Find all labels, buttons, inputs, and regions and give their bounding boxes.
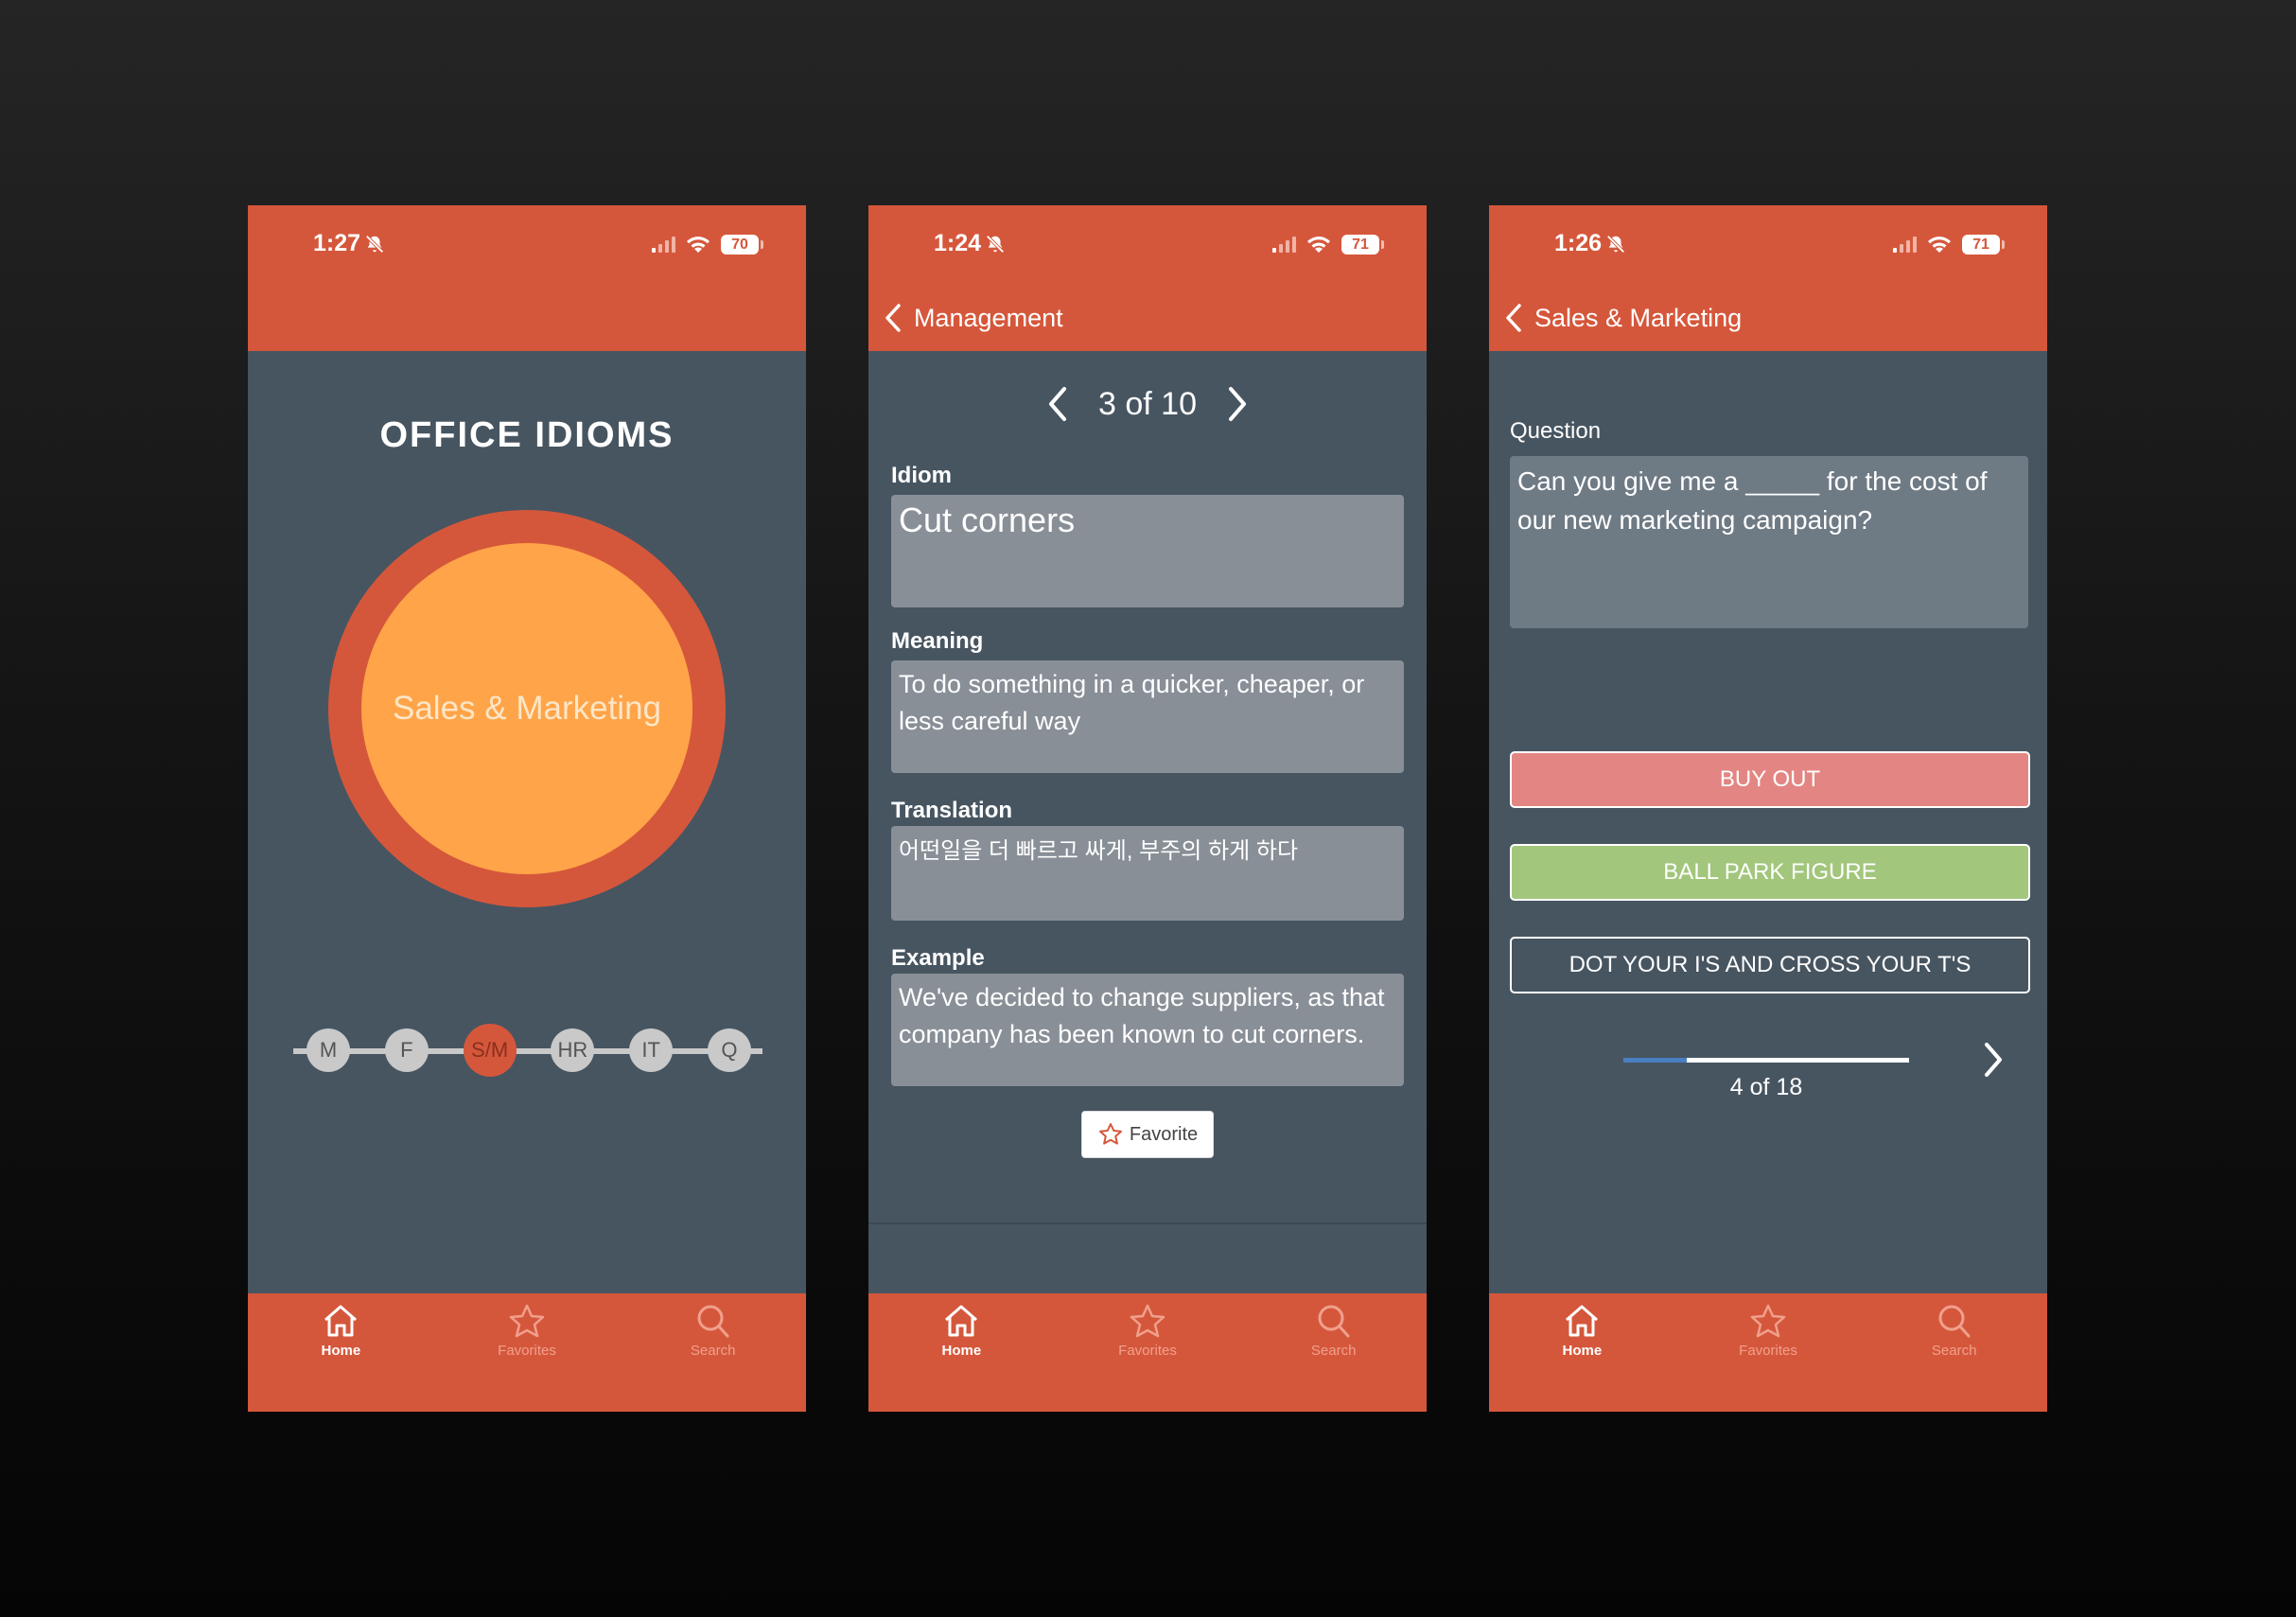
search-icon <box>1318 1305 1350 1338</box>
category-dot-sales-marketing[interactable]: S/M <box>463 1024 517 1077</box>
back-button-label: Sales & Marketing <box>1534 303 1743 332</box>
status-indicators: 70 <box>652 234 763 255</box>
bottom-spacer <box>868 1222 1427 1293</box>
example-field: We've decided to change suppliers, as th… <box>891 974 1404 1086</box>
home-screen: 1:27 70 OFFICE IDIOMS Sales & Marketing … <box>248 205 806 1412</box>
answer-button-1[interactable]: BUY OUT <box>1510 751 2030 808</box>
tab-search[interactable]: Search <box>1240 1293 1427 1412</box>
favorite-button[interactable]: Favorite <box>1081 1111 1214 1158</box>
status-time: 1:24 <box>934 230 1006 257</box>
progress-bar-fill <box>1623 1058 1688 1063</box>
star-icon <box>1098 1123 1122 1145</box>
chevron-left-icon <box>1506 304 1521 332</box>
status-time-text: 1:27 <box>313 230 361 256</box>
category-selector: M F S/M HR IT Q <box>307 1024 751 1077</box>
star-icon <box>1750 1304 1786 1338</box>
category-circle-label[interactable]: Sales & Marketing <box>361 543 692 874</box>
status-time-text: 1:24 <box>934 230 982 256</box>
star-icon <box>1130 1304 1166 1338</box>
back-button[interactable]: Management <box>882 302 1063 334</box>
tab-home[interactable]: Home <box>1489 1293 1675 1412</box>
category-dot-finance[interactable]: F <box>384 1028 429 1072</box>
tab-home-label: Home <box>1562 1343 1603 1359</box>
status-time-text: 1:26 <box>1554 230 1603 256</box>
star-icon <box>509 1304 545 1338</box>
tab-bar: Home Favorites Search <box>1489 1293 2047 1412</box>
tab-favorites-label: Favorites <box>1118 1343 1177 1359</box>
quiz-screen: 1:26 71 Sales & Marketing Question Can y… <box>1489 205 2047 1412</box>
app-title: OFFICE IDIOMS <box>379 415 675 455</box>
search-icon <box>1938 1305 1971 1338</box>
back-button[interactable]: Sales & Marketing <box>1502 302 1742 334</box>
tab-bar: Home Favorites Search <box>868 1293 1427 1412</box>
meaning-label: Meaning <box>891 628 984 654</box>
chevron-right-icon[interactable] <box>1225 385 1250 423</box>
example-label: Example <box>891 945 985 971</box>
tab-search-label: Search <box>690 1343 736 1359</box>
muted-bell-icon <box>365 234 384 254</box>
chevron-left-icon[interactable] <box>1045 385 1070 423</box>
tab-favorites[interactable]: Favorites <box>434 1293 621 1412</box>
status-time: 1:26 <box>1554 230 1626 257</box>
tab-home-label: Home <box>321 1343 361 1359</box>
tab-search-label: Search <box>1310 1343 1357 1359</box>
tab-bar: Home Favorites Search <box>248 1293 806 1412</box>
header-bar: 1:24 71 Management <box>868 205 1427 351</box>
tab-search[interactable]: Search <box>620 1293 806 1412</box>
back-button-label: Management <box>914 303 1063 332</box>
muted-bell-icon <box>1606 234 1625 254</box>
battery-icon: 71 <box>1962 234 2005 255</box>
tab-home[interactable]: Home <box>868 1293 1055 1412</box>
wifi-icon <box>1926 234 1953 255</box>
status-time: 1:27 <box>313 230 385 257</box>
progress-label: 4 of 18 <box>1729 1074 1803 1100</box>
chevron-right-icon[interactable] <box>1981 1040 2006 1080</box>
translation-field: 어떤일을 더 빠르고 싸게, 부주의 하게 하다 <box>891 826 1404 921</box>
answer-button-3[interactable]: DOT YOUR I'S AND CROSS YOUR T'S <box>1510 937 2030 993</box>
tab-favorites[interactable]: Favorites <box>1055 1293 1241 1412</box>
status-indicators: 71 <box>1893 234 2005 255</box>
tab-search[interactable]: Search <box>1861 1293 2047 1412</box>
question-label: Question <box>1510 418 1602 444</box>
header-bar: 1:26 71 Sales & Marketing <box>1489 205 2047 351</box>
muted-bell-icon <box>986 234 1005 254</box>
search-icon <box>697 1305 729 1338</box>
battery-icon: 71 <box>1341 234 1384 255</box>
signal-icon <box>1272 236 1296 253</box>
tab-favorites-label: Favorites <box>1739 1343 1797 1359</box>
status-indicators: 71 <box>1272 234 1384 255</box>
category-dot-management[interactable]: M <box>307 1028 350 1072</box>
idiom-field: Cut corners <box>891 495 1404 607</box>
header-bar: 1:27 70 <box>248 205 806 351</box>
meaning-field: To do something in a quicker, cheaper, o… <box>891 660 1404 773</box>
tab-home[interactable]: Home <box>248 1293 434 1412</box>
progress-bar <box>1623 1058 1909 1063</box>
question-text: Can you give me a _____ for the cost of … <box>1510 456 2028 628</box>
tab-favorites-label: Favorites <box>498 1343 556 1359</box>
home-icon <box>324 1305 358 1337</box>
idiom-pager: 3 of 10 <box>868 385 1427 423</box>
answer-button-2[interactable]: BALL PARK FIGURE <box>1510 844 2030 901</box>
category-circle[interactable]: Sales & Marketing <box>328 510 726 907</box>
favorite-button-label: Favorite <box>1129 1123 1199 1145</box>
idiom-detail-screen: 1:24 71 Management 3 of 10 Idiom Cut cor… <box>868 205 1427 1412</box>
tab-home-label: Home <box>941 1343 982 1359</box>
tab-search-label: Search <box>1931 1343 1977 1359</box>
wifi-icon <box>1306 234 1332 255</box>
chevron-left-icon <box>885 304 901 332</box>
battery-icon: 70 <box>721 234 763 255</box>
wifi-icon <box>685 234 711 255</box>
tab-favorites[interactable]: Favorites <box>1675 1293 1862 1412</box>
translation-label: Translation <box>891 798 1013 823</box>
home-icon <box>945 1305 978 1337</box>
home-icon <box>1566 1305 1599 1337</box>
idiom-label: Idiom <box>891 463 952 488</box>
category-dot-it[interactable]: IT <box>629 1028 674 1072</box>
pager-count: 3 of 10 <box>1098 385 1197 422</box>
signal-icon <box>1893 236 1917 253</box>
signal-icon <box>652 236 675 253</box>
category-dot-hr[interactable]: HR <box>551 1028 595 1072</box>
category-dot-quiz[interactable]: Q <box>707 1028 751 1072</box>
